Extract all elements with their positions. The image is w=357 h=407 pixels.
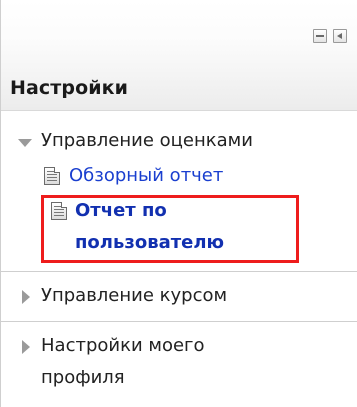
divider [1, 321, 357, 322]
tree-node-profile-label-line2[interactable]: профиля [41, 367, 125, 388]
highlight-box [41, 195, 299, 263]
tree-node-course-label[interactable]: Управление курсом [41, 285, 227, 306]
report-document-icon [44, 167, 60, 185]
divider [1, 271, 357, 272]
block-title: Настройки [10, 77, 129, 99]
overview-report-link[interactable]: Обзорный отчет [69, 165, 223, 186]
settings-block: Настройки Управление оценками Обзорный о… [0, 0, 357, 407]
collapsed-triangle-icon[interactable] [22, 340, 30, 354]
expanded-triangle-icon[interactable] [18, 139, 32, 147]
dock-block-button[interactable] [333, 29, 347, 43]
tree-node-grades-label[interactable]: Управление оценками [41, 130, 253, 151]
hide-block-button[interactable] [313, 29, 327, 43]
tree-node-profile-label-line1[interactable]: Настройки моего [41, 335, 205, 356]
collapsed-triangle-icon[interactable] [22, 290, 30, 304]
block-header: Настройки [1, 0, 357, 111]
